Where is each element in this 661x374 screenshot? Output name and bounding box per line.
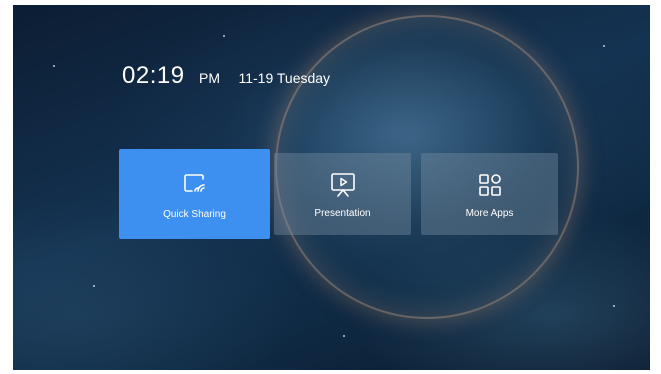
- more-apps-label: More Apps: [465, 208, 514, 219]
- background-star: [53, 65, 55, 67]
- home-screen: 02:19 PM 11-19 Tuesday Quick Sharing Pre…: [13, 5, 650, 370]
- clock-time: 02:19: [122, 62, 185, 89]
- background-star: [93, 285, 95, 287]
- presentation-icon: [330, 173, 355, 197]
- clock-date: 11-19 Tuesday: [238, 70, 331, 86]
- background-star: [223, 35, 225, 37]
- clock-widget: 02:19 PM 11-19 Tuesday: [122, 62, 330, 90]
- presentation-tile[interactable]: Presentation: [274, 153, 411, 235]
- background-star: [603, 45, 605, 47]
- background-star: [343, 335, 345, 337]
- cast-icon: [183, 174, 205, 192]
- clock-ampm: PM: [199, 70, 221, 86]
- quick-sharing-label: Quick Sharing: [163, 209, 226, 220]
- apps-grid-icon: [478, 174, 501, 196]
- more-apps-tile[interactable]: More Apps: [421, 153, 558, 235]
- background-star: [613, 305, 615, 307]
- presentation-label: Presentation: [314, 208, 371, 219]
- quick-sharing-tile[interactable]: Quick Sharing: [119, 149, 270, 239]
